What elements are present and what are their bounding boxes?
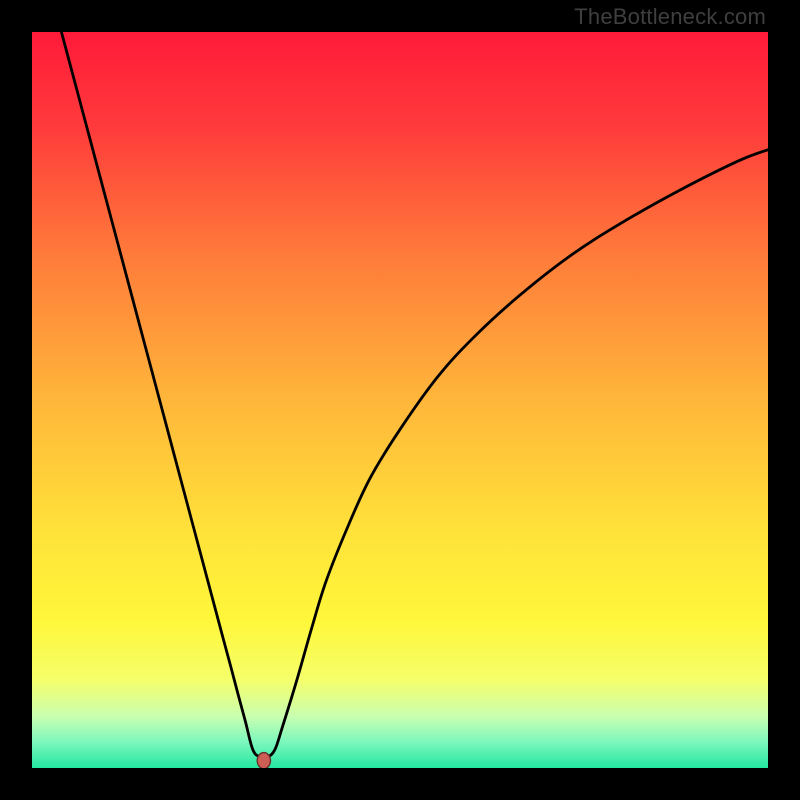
chart-frame (32, 32, 768, 768)
chart-background (32, 32, 768, 768)
chart-svg (32, 32, 768, 768)
min-point-marker (257, 753, 270, 768)
watermark-text: TheBottleneck.com (574, 4, 766, 30)
